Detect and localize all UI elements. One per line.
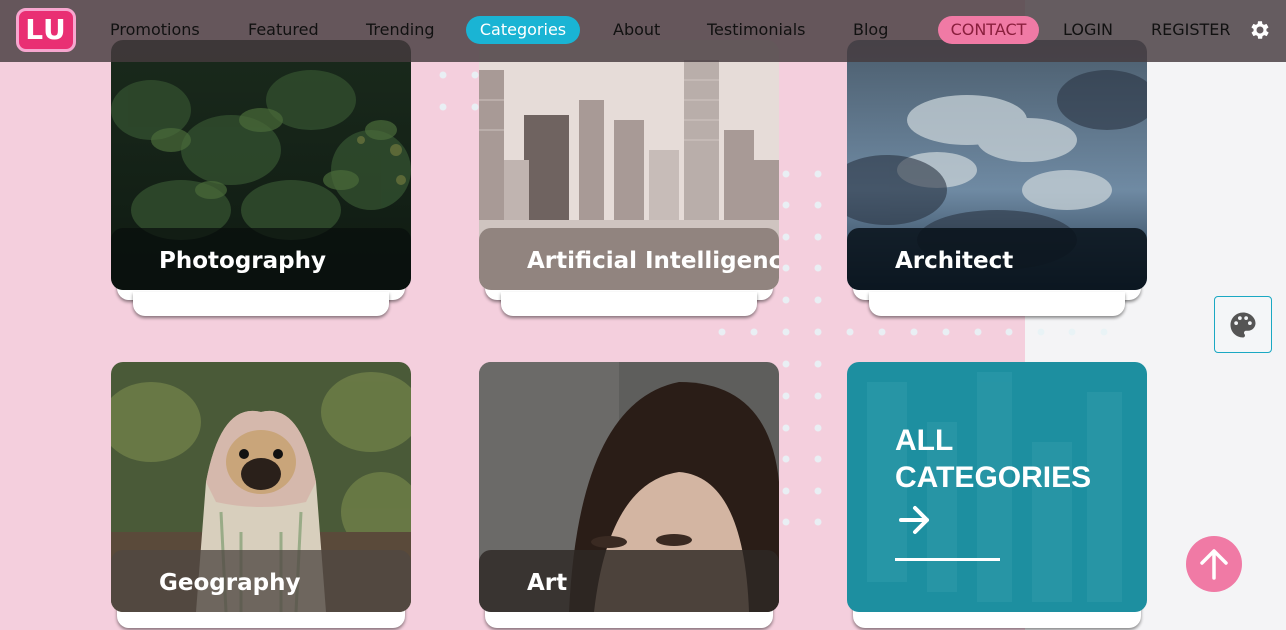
card-title: Art [527,570,568,596]
arrow-up-icon [1200,549,1228,580]
nav-about[interactable]: About [613,16,660,44]
scroll-to-top-button[interactable] [1186,536,1242,592]
all-categories-title: ALL CATEGORIES [895,422,1135,538]
register-link[interactable]: REGISTER [1151,16,1231,44]
nav-featured[interactable]: Featured [248,16,319,44]
category-card-photography[interactable]: Photography [111,40,411,290]
nav-trending[interactable]: Trending [366,16,435,44]
category-card-architect[interactable]: Architect [847,40,1147,290]
card-label: Architect [847,228,1147,290]
card-title: Architect [895,248,1014,274]
all-categories-card[interactable]: ALL CATEGORIES [847,362,1147,612]
nav-promotions[interactable]: Promotions [110,16,200,44]
category-card-geography[interactable]: Geography [111,362,411,612]
card-title: Artificial Intelligence [527,248,779,274]
contact-button[interactable]: CONTACT [938,16,1039,44]
gear-icon[interactable] [1248,18,1272,42]
nav-testimonials[interactable]: Testimonials [707,16,806,44]
card-label: Art [479,550,779,612]
theme-palette-button[interactable] [1214,296,1272,353]
card-title: Photography [159,248,326,274]
card-title: Geography [159,570,301,596]
card-label: Geography [111,550,411,612]
category-card-artificial-intelligence[interactable]: Artificial Intelligence [479,40,779,290]
top-navbar: LU Promotions Featured Trending Categori… [0,0,1286,62]
nav-blog[interactable]: Blog [853,16,888,44]
underline-decoration [895,558,1000,561]
card-label: Artificial Intelligence [479,228,779,290]
palette-icon [1230,312,1256,338]
card-label: Photography [111,228,411,290]
nav-categories[interactable]: Categories [466,16,580,44]
card-stack-shadow [133,292,389,316]
arrow-right-icon [899,506,929,534]
site-logo[interactable]: LU [16,8,76,52]
category-card-art[interactable]: Art [479,362,779,612]
login-link[interactable]: LOGIN [1063,16,1113,44]
card-stack-shadow [501,292,757,316]
card-stack-shadow [869,292,1125,316]
